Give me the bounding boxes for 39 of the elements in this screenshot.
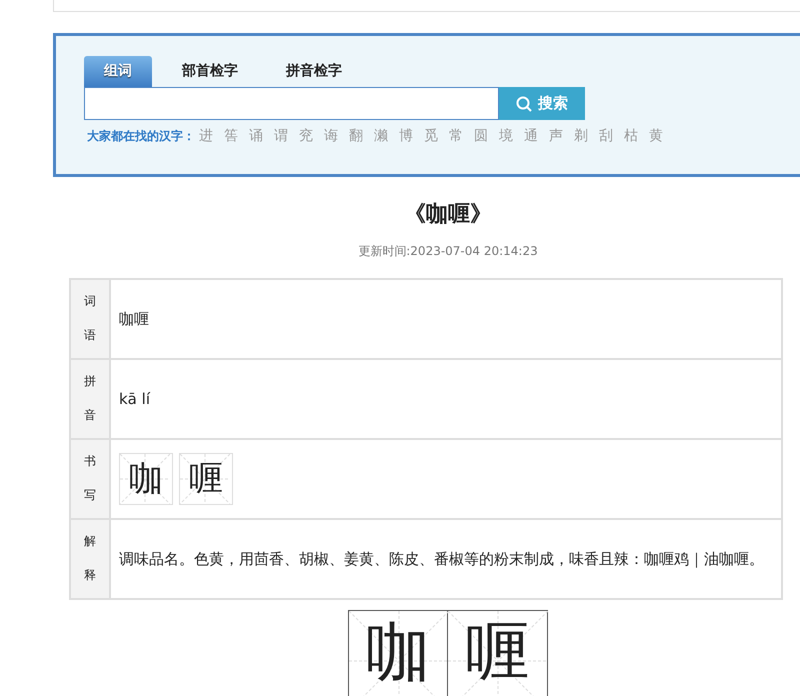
writing-grid-char: 咖 — [348, 610, 448, 696]
row-label: 书写 — [70, 439, 110, 519]
popular-char-link[interactable]: 通 — [524, 127, 538, 145]
popular-char-link[interactable]: 枯 — [624, 127, 638, 145]
row-label: 词语 — [70, 279, 110, 359]
popular-char-link[interactable]: 筶 — [224, 127, 238, 145]
popular-char-link[interactable]: 博 — [399, 127, 413, 145]
search-field[interactable] — [84, 87, 499, 120]
popular-char-link[interactable]: 声 — [549, 127, 563, 145]
row-value: kā lí — [110, 359, 782, 439]
popular-char-link[interactable]: 濑 — [374, 127, 388, 145]
search-tab[interactable]: 部首检字 — [162, 56, 258, 87]
search-icon — [516, 96, 532, 112]
word-title: 《咖喱》 — [403, 201, 493, 229]
popular-char-link[interactable]: 谓 — [274, 127, 288, 145]
search-tab[interactable]: 组词 — [84, 56, 152, 87]
char-tile: 喱 — [179, 453, 233, 505]
popular-char-link[interactable]: 诲 — [324, 127, 338, 145]
popular-char-link[interactable]: 翻 — [349, 127, 363, 145]
char-tile: 咖 — [119, 453, 173, 505]
popular-char-link[interactable]: 境 — [499, 127, 513, 145]
popular-char-link[interactable]: 圆 — [474, 127, 488, 145]
popular-char-link[interactable]: 黄 — [649, 127, 663, 145]
search-tab[interactable]: 拼音检字 — [266, 56, 362, 87]
row-label: 拼音 — [70, 359, 110, 439]
writing-grid-char: 喱 — [448, 610, 548, 696]
popular-char-link[interactable]: 兖 — [299, 127, 313, 145]
popular-char-link[interactable]: 觅 — [424, 127, 438, 145]
row-value: 咖喱 — [110, 279, 782, 359]
popular-char-link[interactable]: 进 — [199, 127, 213, 145]
update-time: 更新时间:2023-07-04 20:14:23 — [357, 243, 539, 260]
search-button[interactable]: 搜索 — [499, 87, 585, 120]
popular-char-link[interactable]: 诵 — [249, 127, 263, 145]
row-label: 解释 — [70, 519, 110, 599]
popular-char-link[interactable]: 刮 — [599, 127, 613, 145]
popular-char-link[interactable]: 剃 — [574, 127, 588, 145]
popular-char-link[interactable]: 常 — [449, 127, 463, 145]
popular-label: 大家都在找的汉字： — [87, 128, 195, 144]
row-value: 调味品名。色黄，用茴香、胡椒、姜黄、陈皮、番椒等的粉末制成，味香且辣：咖喱鸡｜油咖喱。 — [110, 519, 782, 599]
